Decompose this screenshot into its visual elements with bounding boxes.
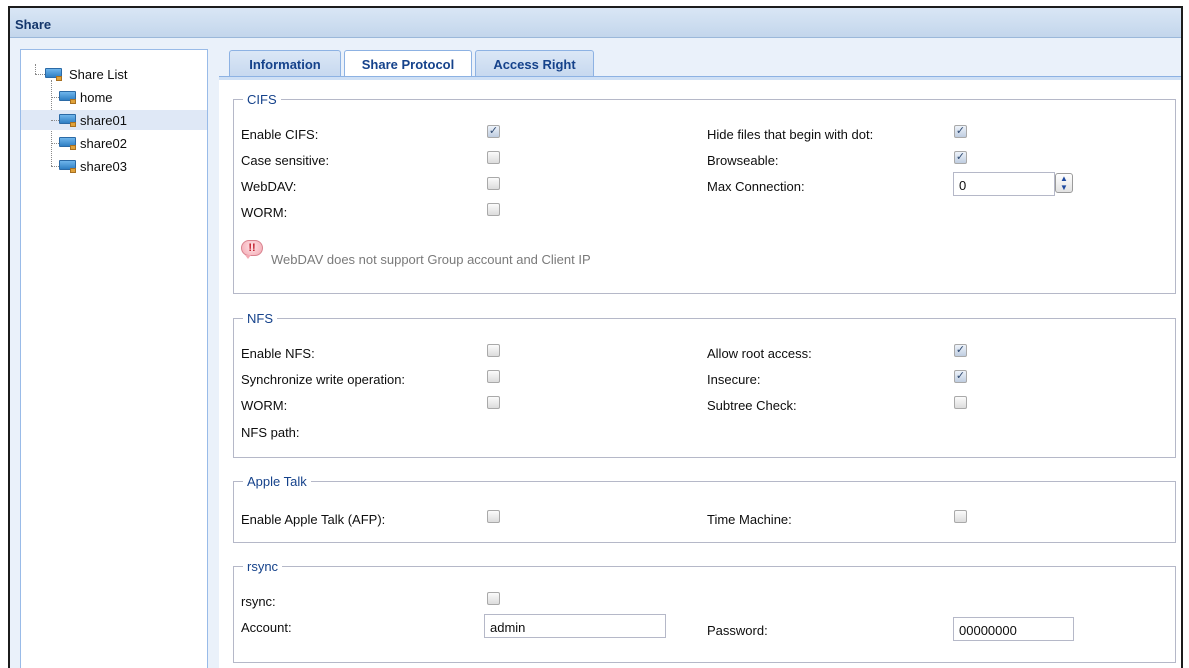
insecure-checkbox[interactable]: ✓ xyxy=(954,370,967,383)
tree-item-label: share01 xyxy=(80,113,127,128)
share-icon xyxy=(59,137,76,150)
rsync-group: rsync rsync: Account: admin Password: 00… xyxy=(233,559,1176,663)
nfs-worm-label: WORM: xyxy=(241,398,288,413)
tree-item-share02[interactable]: share02 xyxy=(21,133,207,153)
tree-item-label: home xyxy=(80,90,113,105)
enable-nfs-label: Enable NFS: xyxy=(241,346,315,361)
enable-cifs-label: Enable CIFS: xyxy=(241,127,319,142)
tree-connector xyxy=(35,64,36,74)
max-connection-label: Max Connection: xyxy=(707,179,805,194)
window-title: Share xyxy=(15,17,52,32)
webdav-note: WebDAV does not support Group account an… xyxy=(271,252,591,267)
case-sensitive-checkbox[interactable] xyxy=(487,151,500,164)
account-label: Account: xyxy=(241,620,292,635)
allow-root-label: Allow root access: xyxy=(707,346,812,361)
cifs-worm-label: WORM: xyxy=(241,205,288,220)
time-machine-checkbox[interactable] xyxy=(954,510,967,523)
password-label: Password: xyxy=(707,623,768,638)
tree-root-share-list[interactable]: Share List xyxy=(45,64,195,84)
appletalk-group: Apple Talk Enable Apple Talk (AFP): Time… xyxy=(233,474,1176,543)
time-machine-label: Time Machine: xyxy=(707,512,792,527)
share-tree-panel: Share List home share01 share02 share03 xyxy=(20,49,208,668)
hide-dot-files-checkbox[interactable]: ✓ xyxy=(954,125,967,138)
account-input[interactable]: admin xyxy=(484,614,666,638)
share-icon xyxy=(59,91,76,104)
tree-root-label: Share List xyxy=(69,67,128,82)
tree-item-share01[interactable]: share01 xyxy=(21,110,207,130)
insecure-label: Insecure: xyxy=(707,372,761,387)
tree-item-share03[interactable]: share03 xyxy=(21,156,207,176)
tab-information[interactable]: Information xyxy=(229,50,341,77)
sync-write-label: Synchronize write operation: xyxy=(241,372,406,387)
browseable-checkbox[interactable]: ✓ xyxy=(954,151,967,164)
rsync-legend: rsync xyxy=(243,559,283,574)
allow-root-checkbox[interactable]: ✓ xyxy=(954,344,967,357)
share-icon xyxy=(59,160,76,173)
hide-dot-files-label: Hide files that begin with dot: xyxy=(707,127,874,142)
subtree-check-checkbox[interactable] xyxy=(954,396,967,409)
enable-nfs-checkbox[interactable] xyxy=(487,344,500,357)
webdav-label: WebDAV: xyxy=(241,179,297,194)
sync-write-checkbox[interactable] xyxy=(487,370,500,383)
nfs-path-label: NFS path: xyxy=(241,425,300,440)
cifs-worm-checkbox[interactable] xyxy=(487,203,500,216)
tab-share-protocol[interactable]: Share Protocol xyxy=(344,50,472,78)
share-folder-icon xyxy=(45,68,62,81)
spin-up-icon[interactable]: ▲ xyxy=(1056,174,1072,183)
share-protocol-panel: CIFS Enable CIFS: ✓ Case sensitive: WebD… xyxy=(219,80,1181,668)
password-input[interactable]: 00000000 xyxy=(953,617,1074,641)
webdav-checkbox[interactable] xyxy=(487,177,500,190)
tab-access-right[interactable]: Access Right xyxy=(475,50,594,77)
enable-afp-label: Enable Apple Talk (AFP): xyxy=(241,512,386,527)
warning-icon: !! xyxy=(241,240,263,259)
nfs-worm-checkbox[interactable] xyxy=(487,396,500,409)
tree-item-label: share02 xyxy=(80,136,127,151)
cifs-group: CIFS Enable CIFS: ✓ Case sensitive: WebD… xyxy=(233,92,1176,294)
share-icon xyxy=(59,114,76,127)
appletalk-legend: Apple Talk xyxy=(243,474,311,489)
browseable-label: Browseable: xyxy=(707,153,779,168)
max-connection-spinner[interactable]: ▲ ▼ xyxy=(1055,173,1073,193)
nfs-legend: NFS xyxy=(243,311,277,326)
nfs-group: NFS Enable NFS: Synchronize write operat… xyxy=(233,311,1176,458)
rsync-checkbox[interactable] xyxy=(487,592,500,605)
cifs-legend: CIFS xyxy=(243,92,281,107)
tree-item-label: share03 xyxy=(80,159,127,174)
spin-down-icon[interactable]: ▼ xyxy=(1056,183,1072,192)
enable-cifs-checkbox[interactable]: ✓ xyxy=(487,125,500,138)
case-sensitive-label: Case sensitive: xyxy=(241,153,330,168)
tree-item-home[interactable]: home xyxy=(21,87,207,107)
enable-afp-checkbox[interactable] xyxy=(487,510,500,523)
max-connection-input[interactable]: 0 xyxy=(953,172,1055,196)
tree-connector xyxy=(35,74,45,75)
subtree-check-label: Subtree Check: xyxy=(707,398,797,413)
window-titlebar: Share xyxy=(10,8,1181,38)
rsync-label: rsync: xyxy=(241,594,276,609)
